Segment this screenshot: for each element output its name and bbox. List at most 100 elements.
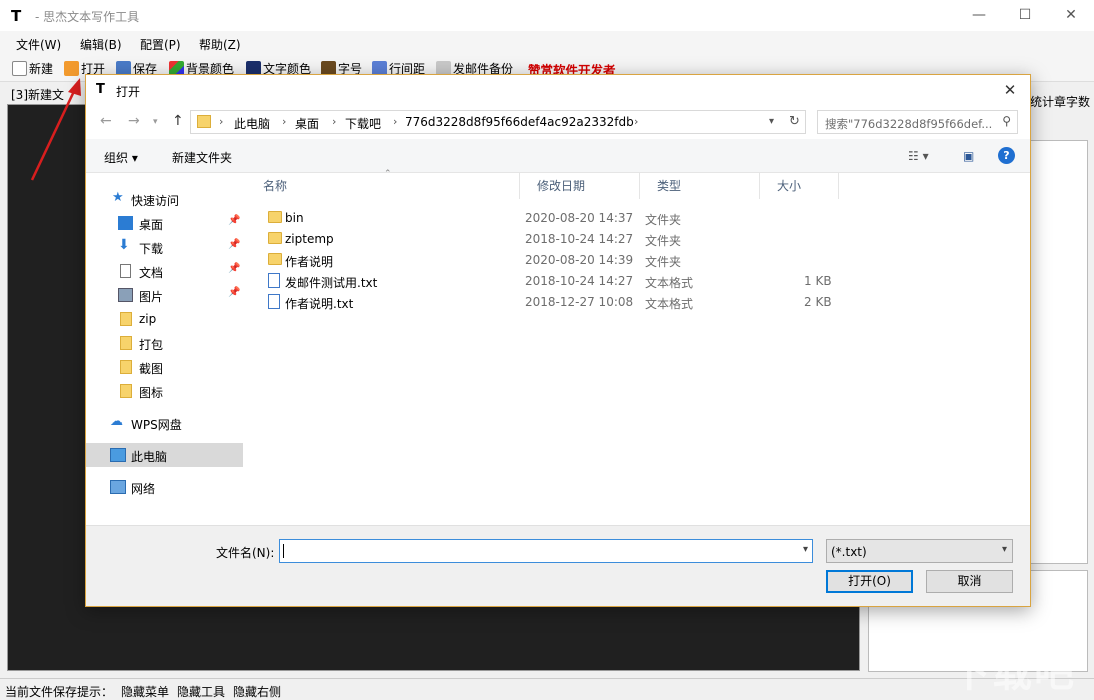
- filename-input[interactable]: ▾: [279, 539, 813, 563]
- pin-icon: 📌: [228, 263, 241, 274]
- dialog-close-button[interactable]: ✕: [990, 75, 1030, 105]
- file-date: 2018-12-27 10:08: [525, 295, 634, 309]
- folder-icon: [120, 312, 132, 326]
- document-icon: [120, 264, 131, 278]
- nav-item-downloads[interactable]: ⬇ 下载 📌: [86, 235, 243, 259]
- nav-item-label: 下载: [139, 242, 164, 256]
- file-row[interactable]: 作者说明.txt 2018-12-27 10:08 文本格式 2 KB: [246, 292, 1030, 313]
- open-confirm-button[interactable]: 打开(O): [826, 570, 913, 593]
- file-date: 2018-10-24 14:27: [525, 232, 634, 246]
- file-type: 文本格式: [645, 297, 694, 311]
- chevron-right-icon: ›: [219, 115, 224, 128]
- text-caret: [283, 544, 284, 558]
- picture-icon: [118, 288, 133, 302]
- dialog-footer: 文件名(N): ▾ (*.txt) ▾ 打开(O) 取消: [86, 525, 1030, 606]
- nav-item-icons[interactable]: 图标: [86, 379, 243, 403]
- file-type: 文件夹: [645, 213, 682, 227]
- dialog-app-icon: T: [96, 82, 105, 97]
- nav-item-label: 文档: [139, 266, 164, 280]
- file-type: 文件夹: [645, 255, 682, 269]
- nav-quick-access[interactable]: ★ 快速访问: [86, 187, 243, 211]
- nav-wps-label: WPS网盘: [131, 418, 182, 432]
- chevron-right-icon: ›: [332, 115, 337, 128]
- command-bar: 组织 ▾ 新建文件夹 ☷ ▾ ▣ ?: [86, 139, 1030, 173]
- nav-item-label: 桌面: [139, 218, 164, 232]
- breadcrumb-this-pc[interactable]: 此电脑: [234, 115, 270, 132]
- refresh-icon[interactable]: ↻: [789, 114, 800, 129]
- file-name: bin: [285, 211, 304, 225]
- nav-item-desktop[interactable]: 桌面 📌: [86, 211, 243, 235]
- filetype-value: (*.txt): [831, 545, 867, 559]
- nav-item-pictures[interactable]: 图片 📌: [86, 283, 243, 307]
- folder-icon: [268, 232, 282, 244]
- nav-wps-cloud[interactable]: ☁ WPS网盘: [86, 411, 243, 435]
- breadcrumb-current-folder[interactable]: 776d3228d8f95f66def4ac92a2332fdb: [405, 115, 634, 129]
- new-folder-button[interactable]: 新建文件夹: [172, 149, 232, 166]
- view-options-icon[interactable]: ☷ ▾: [908, 149, 929, 163]
- text-file-icon: [268, 294, 280, 309]
- column-type[interactable]: 类型: [640, 173, 760, 199]
- nav-item-zip[interactable]: zip: [86, 307, 243, 331]
- chevron-down-icon[interactable]: ▾: [803, 544, 808, 555]
- organize-button[interactable]: 组织 ▾: [104, 149, 138, 166]
- nav-item-screenshots[interactable]: 截图: [86, 355, 243, 379]
- search-input[interactable]: 搜索"776d3228d8f95f66def... ⚲: [817, 110, 1018, 134]
- network-icon: [110, 480, 126, 494]
- cloud-icon: ☁: [110, 414, 123, 429]
- file-date: 2018-10-24 14:27: [525, 274, 634, 288]
- search-placeholder: 搜索"776d3228d8f95f66def...: [825, 117, 993, 131]
- desktop-icon: [118, 216, 133, 230]
- folder-icon: [120, 384, 132, 398]
- address-bar[interactable]: › 此电脑 › 桌面 › 下载吧 › 776d3228d8f95f66def4a…: [190, 110, 806, 134]
- nav-this-pc-label: 此电脑: [131, 450, 168, 464]
- dialog-titlebar: T 打开 ✕: [86, 75, 1030, 105]
- column-size[interactable]: 大小: [760, 173, 839, 199]
- recent-chevron-icon[interactable]: ▾: [153, 117, 158, 127]
- file-name: 作者说明.txt: [285, 297, 354, 311]
- file-row[interactable]: 作者说明 2020-08-20 14:39 文件夹: [246, 250, 1030, 271]
- forward-arrow-icon[interactable]: →: [128, 113, 140, 129]
- file-date: 2020-08-20 14:37: [525, 211, 634, 225]
- file-row[interactable]: 发邮件测试用.txt 2018-10-24 14:27 文本格式 1 KB: [246, 271, 1030, 292]
- chevron-down-icon[interactable]: ▾: [769, 116, 774, 127]
- column-date[interactable]: 修改日期: [520, 173, 640, 199]
- breadcrumb-downloads[interactable]: 下载吧: [345, 115, 381, 132]
- up-arrow-icon[interactable]: ↑: [172, 113, 184, 129]
- file-row[interactable]: ziptemp 2018-10-24 14:27 文件夹: [246, 229, 1030, 250]
- search-icon[interactable]: ⚲: [1002, 114, 1011, 128]
- navigation-pane: ★ 快速访问 桌面 📌 ⬇ 下载 📌 文档 📌 图片 📌 zip 打包 截图 图…: [86, 173, 243, 525]
- folder-icon: [120, 360, 132, 374]
- filetype-select[interactable]: (*.txt) ▾: [826, 539, 1013, 563]
- preview-pane-icon[interactable]: ▣: [963, 149, 974, 163]
- file-row[interactable]: bin 2020-08-20 14:37 文件夹: [246, 208, 1030, 229]
- nav-item-documents[interactable]: 文档 📌: [86, 259, 243, 283]
- address-row: ← → ▾ ↑ › 此电脑 › 桌面 › 下载吧 › 776d3228d8f95…: [86, 105, 1030, 139]
- file-list: ⌃ 名称 修改日期 类型 大小 bin 2020-08-20 14:37 文件夹…: [246, 169, 1030, 525]
- nav-item-label: 截图: [139, 362, 164, 376]
- download-icon: ⬇: [118, 237, 130, 253]
- file-date: 2020-08-20 14:39: [525, 253, 634, 267]
- folder-icon: [268, 253, 282, 265]
- nav-this-pc[interactable]: 此电脑: [86, 443, 243, 467]
- help-icon[interactable]: ?: [998, 147, 1015, 164]
- nav-item-label: zip: [139, 312, 157, 326]
- nav-item-pack[interactable]: 打包: [86, 331, 243, 355]
- file-type: 文件夹: [645, 234, 682, 248]
- folder-icon: [268, 211, 282, 223]
- nav-network-label: 网络: [131, 482, 156, 496]
- breadcrumb-desktop[interactable]: 桌面: [295, 115, 319, 132]
- nav-network[interactable]: 网络: [86, 475, 243, 499]
- column-name[interactable]: 名称: [246, 173, 520, 199]
- file-name: 作者说明: [285, 255, 334, 269]
- pin-icon: 📌: [228, 239, 241, 250]
- cancel-button[interactable]: 取消: [926, 570, 1013, 593]
- folder-icon: [197, 115, 211, 128]
- nav-item-label: 打包: [139, 338, 164, 352]
- computer-icon: [110, 448, 126, 462]
- pin-icon: 📌: [228, 215, 241, 226]
- file-name: ziptemp: [285, 232, 334, 246]
- nav-item-label: 图标: [139, 386, 164, 400]
- back-arrow-icon[interactable]: ←: [100, 113, 112, 129]
- filename-label: 文件名(N):: [216, 546, 275, 560]
- open-file-dialog: T 打开 ✕ ← → ▾ ↑ › 此电脑 › 桌面 › 下载吧 › 776d32…: [85, 74, 1031, 607]
